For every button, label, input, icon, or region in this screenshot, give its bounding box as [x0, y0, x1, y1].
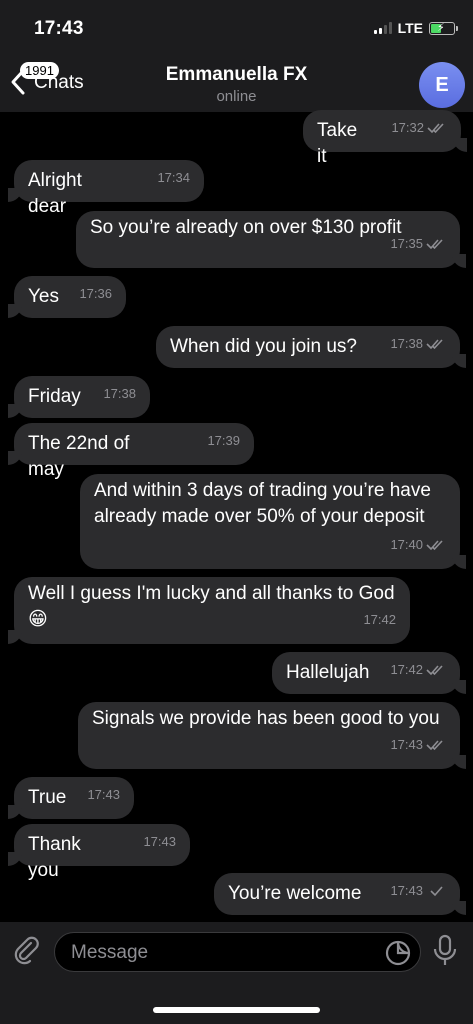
message-time: 17:32: [391, 115, 447, 141]
message-timestamp: 17:42: [390, 662, 423, 677]
status-indicators: LTE ⚡: [373, 20, 458, 36]
message-bubble-incoming[interactable]: Thank you 17:43: [8, 824, 190, 881]
home-indicator: [153, 1007, 320, 1013]
message-time: 17:42: [390, 657, 446, 683]
message-bubble-incoming[interactable]: Well I guess I'm lucky and all thanks to…: [8, 577, 410, 644]
message-bubble-incoming[interactable]: Yes 17:36: [8, 276, 126, 318]
composer: Message: [0, 922, 473, 1024]
message-time: 17:40: [390, 532, 446, 558]
message-timestamp: 17:40: [390, 537, 423, 552]
single-check-icon: [430, 886, 443, 897]
message-bubble-incoming[interactable]: Alright dear 17:34: [8, 160, 204, 217]
message-timestamp: 17:34: [157, 170, 190, 185]
double-check-icon: [426, 339, 443, 350]
message-timestamp: 17:43: [390, 737, 423, 752]
message-timestamp: 17:38: [103, 386, 136, 401]
message-timestamp: 17:43: [390, 883, 423, 898]
message-text: Well I guess I'm lucky and all thanks to…: [28, 583, 395, 630]
message-text: Take it: [317, 120, 358, 167]
message-timestamp: 17:35: [390, 236, 423, 251]
message-text: And within 3 days of trading you’re have…: [94, 480, 431, 527]
message-timestamp: 17:39: [207, 433, 240, 448]
chat-header: Chats 1991 Emmanuella FX online E: [0, 56, 473, 112]
message-bubble-outgoing[interactable]: When did you join us? 17:38: [156, 326, 466, 368]
double-check-icon: [426, 665, 443, 676]
status-time: 17:43: [34, 18, 84, 39]
message-time: 17:38: [103, 381, 136, 407]
message-time: 17:42: [363, 607, 396, 633]
message-bubble-outgoing[interactable]: You’re welcome 17:43: [214, 873, 466, 915]
message-timestamp: 17:32: [391, 120, 424, 135]
message-time: 17:43: [390, 878, 446, 904]
microphone-icon[interactable]: [430, 934, 460, 968]
sticker-icon[interactable]: [384, 939, 412, 967]
status-bar: 17:43 LTE ⚡: [0, 0, 473, 56]
message-bubble-outgoing[interactable]: Take it 17:32: [303, 110, 467, 167]
double-check-icon: [427, 123, 444, 134]
message-timestamp: 17:43: [143, 834, 176, 849]
network-label: LTE: [397, 20, 423, 36]
message-bubble-outgoing[interactable]: Hallelujah 17:42: [272, 652, 466, 694]
message-time: 17:43: [87, 782, 120, 808]
message-bubble-outgoing[interactable]: Signals we provide has been good to you 1…: [78, 702, 466, 769]
message-time: 17:39: [207, 428, 240, 454]
message-bubble-outgoing[interactable]: So you’re already on over $130 profit 17:…: [76, 211, 466, 268]
chat-title[interactable]: Emmanuella FX: [0, 64, 473, 86]
avatar[interactable]: E: [419, 62, 465, 108]
paperclip-icon[interactable]: [12, 935, 42, 965]
message-text: Hallelujah: [286, 662, 370, 683]
message-input[interactable]: Message: [54, 932, 421, 972]
double-check-icon: [426, 540, 443, 551]
message-input-placeholder: Message: [71, 942, 149, 963]
message-text: Thank you: [28, 834, 81, 881]
message-bubble-incoming[interactable]: Friday 17:38: [8, 376, 150, 418]
message-time: 17:38: [390, 331, 446, 357]
message-timestamp: 17:42: [363, 612, 396, 627]
battery-icon: ⚡: [429, 21, 458, 35]
message-text: Yes: [28, 286, 59, 307]
message-text: When did you join us?: [170, 336, 357, 357]
message-time: 17:34: [157, 165, 190, 191]
chat-status: online: [216, 88, 257, 105]
double-check-icon: [426, 239, 443, 250]
message-text: True: [28, 787, 67, 808]
signal-icon: [373, 22, 392, 34]
message-bubble-outgoing[interactable]: And within 3 days of trading you’re have…: [80, 474, 466, 569]
message-time: 17:35: [390, 231, 446, 257]
message-time: 17:36: [79, 281, 112, 307]
message-time: 17:43: [390, 732, 446, 758]
message-bubble-incoming[interactable]: The 22nd of may 17:39: [8, 423, 254, 480]
message-time: 17:43: [143, 829, 176, 855]
message-text: Friday: [28, 386, 81, 407]
avatar-letter: E: [435, 73, 449, 96]
message-text: Signals we provide has been good to you: [92, 708, 440, 729]
message-timestamp: 17:43: [87, 787, 120, 802]
message-timestamp: 17:36: [79, 286, 112, 301]
double-check-icon: [426, 740, 443, 751]
message-text: You’re welcome: [228, 883, 362, 904]
message-timestamp: 17:38: [390, 336, 423, 351]
message-bubble-incoming[interactable]: True 17:43: [8, 777, 134, 819]
